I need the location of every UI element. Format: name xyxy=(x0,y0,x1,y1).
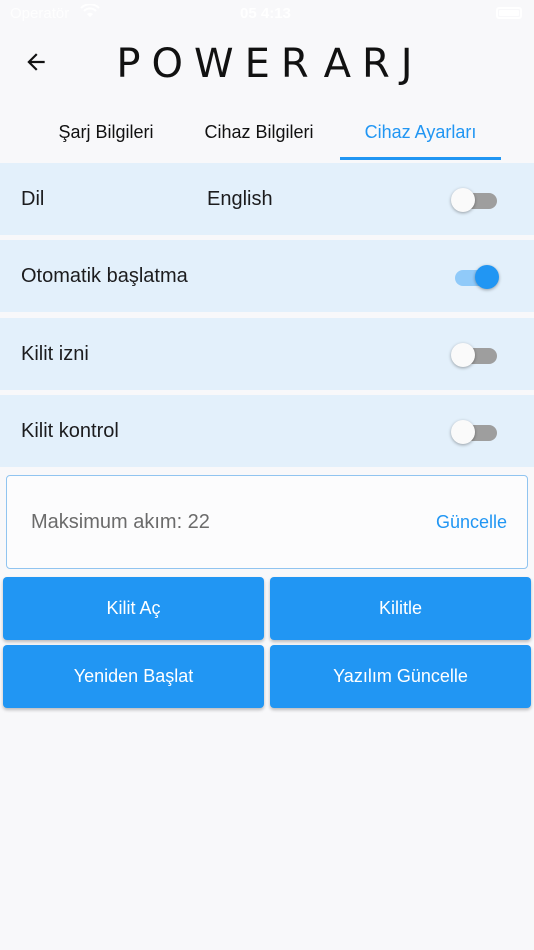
language-toggle[interactable] xyxy=(451,187,501,213)
status-bar: Operatör 05 4:13 xyxy=(0,0,534,28)
max-current-field[interactable]: Maksimum akım: 22 Güncelle xyxy=(6,475,528,569)
active-tab-indicator xyxy=(340,157,501,160)
setting-row-lock-permission: Kilit izni xyxy=(0,318,534,390)
tab-sarj-bilgileri[interactable]: Şarj Bilgileri xyxy=(40,104,172,160)
setting-label: Kilit kontrol xyxy=(21,420,119,442)
tab-cihaz-ayarlari[interactable]: Cihaz Ayarları xyxy=(340,104,501,160)
lock-control-toggle[interactable] xyxy=(451,419,501,445)
toggle-thumb xyxy=(451,420,475,444)
tab-cihaz-bilgileri[interactable]: Cihaz Bilgileri xyxy=(190,104,328,160)
toggle-thumb xyxy=(451,188,475,212)
powersarj-logo: POWER ARJ xyxy=(116,36,412,92)
battery-icon xyxy=(496,7,522,19)
clock: 05 4:13 xyxy=(240,5,291,22)
setting-label: Dil xyxy=(21,188,45,210)
tab-bar: Şarj Bilgileri Cihaz Bilgileri Cihaz Aya… xyxy=(0,104,534,160)
setting-label: Otomatik başlatma xyxy=(21,265,188,287)
carrier-label: Operatör xyxy=(10,5,70,22)
lock-permission-toggle[interactable] xyxy=(451,342,501,368)
firmware-update-button[interactable]: Yazılım Güncelle xyxy=(270,645,531,708)
restart-button[interactable]: Yeniden Başlat xyxy=(3,645,264,708)
setting-row-auto-start: Otomatik başlatma xyxy=(0,240,534,312)
setting-label: Kilit izni xyxy=(21,343,89,365)
arrow-left-icon xyxy=(27,53,45,71)
back-button[interactable] xyxy=(18,44,54,80)
wifi-icon xyxy=(80,4,100,17)
max-current-value[interactable]: Maksimum akım: 22 xyxy=(31,476,210,568)
unlock-button[interactable]: Kilit Aç xyxy=(3,577,264,640)
logo-text-right: ARJ xyxy=(323,41,424,87)
update-max-current-button[interactable]: Güncelle xyxy=(436,476,507,568)
logo-text-left: POWER xyxy=(116,41,320,87)
setting-row-language: Dil English xyxy=(0,163,534,235)
language-value[interactable]: English xyxy=(207,163,273,235)
toggle-thumb xyxy=(475,265,499,289)
lock-button[interactable]: Kilitle xyxy=(270,577,531,640)
auto-start-toggle[interactable] xyxy=(451,264,501,290)
toggle-thumb xyxy=(451,343,475,367)
setting-row-lock-control: Kilit kontrol xyxy=(0,395,534,467)
app-bar: POWER ARJ xyxy=(0,28,534,100)
